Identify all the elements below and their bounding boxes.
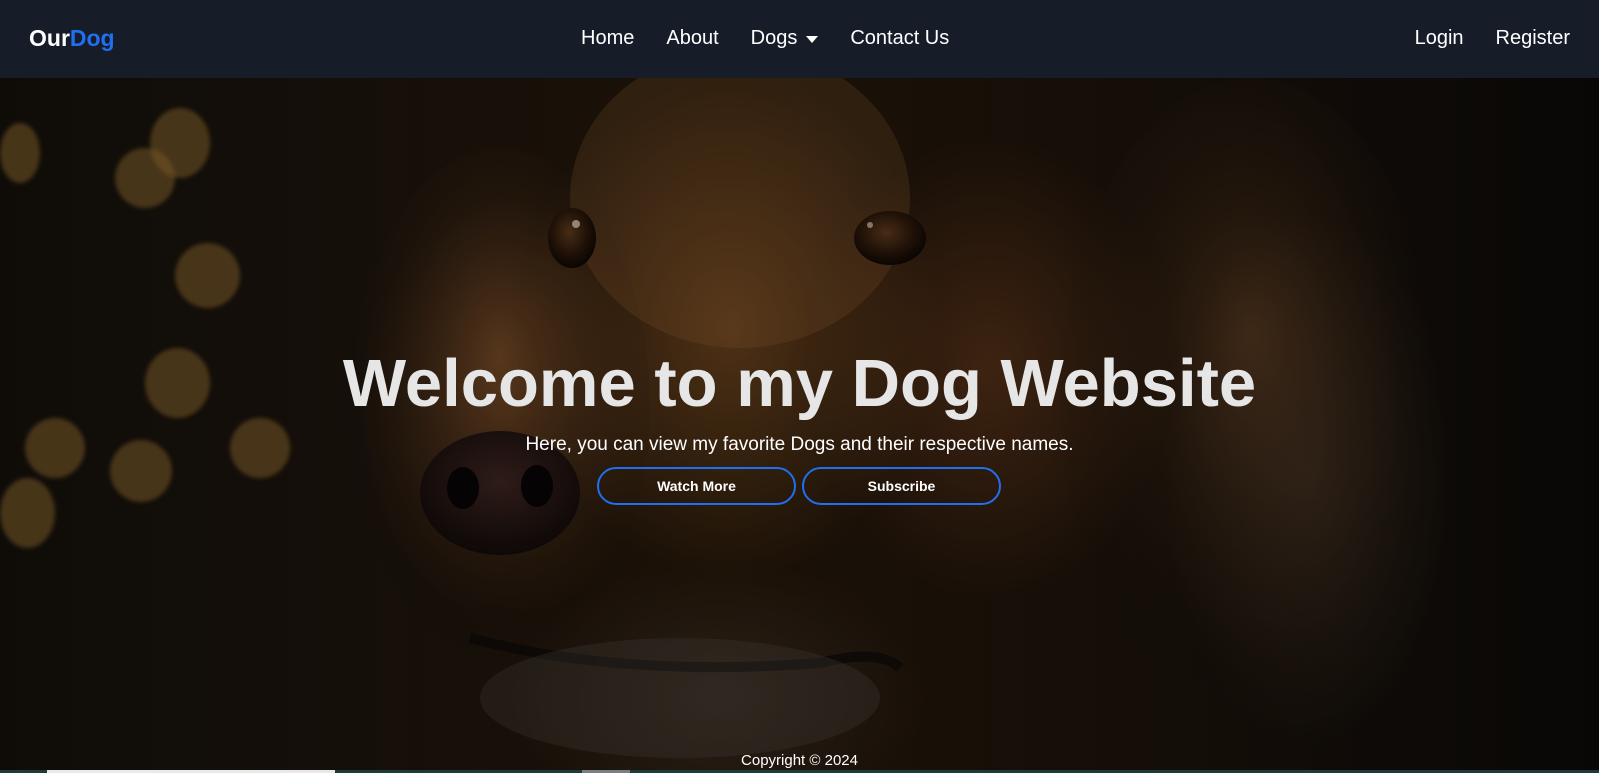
site-logo[interactable]: OurDog [29, 24, 115, 52]
caret-down-icon [806, 35, 819, 44]
hero-overlay [0, 78, 1599, 773]
register-link[interactable]: Register [1496, 26, 1570, 50]
logo-text-dog: Dog [69, 25, 115, 51]
logo-text-our: Our [29, 25, 70, 51]
main-nav: Home About Dogs Contact Us [581, 26, 949, 50]
nav-dogs-dropdown[interactable]: Dogs [751, 26, 819, 50]
navbar: OurDog Home About Dogs Contact Us Login … [0, 0, 1599, 78]
nav-about-link[interactable]: About [666, 26, 718, 50]
nav-home-link[interactable]: Home [581, 26, 634, 50]
subscribe-button[interactable]: Subscribe [802, 467, 1001, 505]
auth-nav: Login Register [1415, 26, 1570, 50]
nav-dogs-label: Dogs [750, 27, 798, 49]
hero-button-group: Watch More Subscribe [597, 467, 1001, 505]
footer-copyright: Copyright © 2024 [741, 752, 858, 769]
login-link[interactable]: Login [1415, 26, 1464, 50]
hero-subtitle: Here, you can view my favorite Dogs and … [525, 434, 1074, 455]
hero-section: Welcome to my Dog Website Here, you can … [0, 78, 1599, 773]
nav-contact-link[interactable]: Contact Us [850, 26, 949, 50]
hero-title: Welcome to my Dog Website [342, 346, 1257, 421]
watch-more-button[interactable]: Watch More [597, 467, 796, 505]
